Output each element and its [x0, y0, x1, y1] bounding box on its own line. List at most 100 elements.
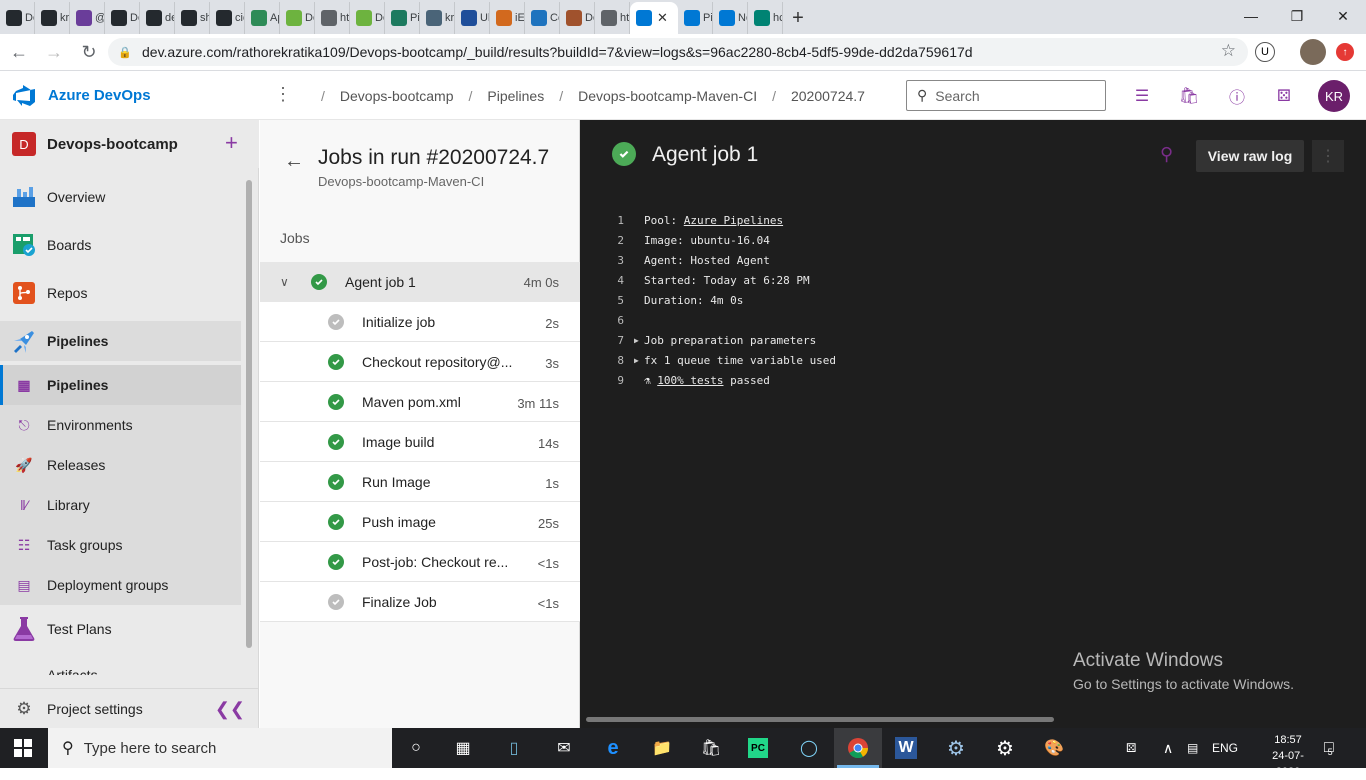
project-settings[interactable]: ⚙ Project settings ❮❮: [0, 688, 259, 728]
browser-tab[interactable]: De: [350, 2, 385, 34]
browser-tab[interactable]: de: [140, 2, 175, 34]
app-circle-icon[interactable]: ◯: [797, 736, 821, 760]
browser-tab[interactable]: De: [105, 2, 140, 34]
marketplace-bag-icon[interactable]: 🛍: [1177, 84, 1201, 108]
expand-triangle-icon[interactable]: ▶: [634, 356, 644, 365]
nav-artifacts[interactable]: Artifacts: [0, 657, 241, 675]
url-bar[interactable]: 🔒 dev.azure.com/rathorekratika109/Devops…: [108, 38, 1248, 66]
browser-tab[interactable]: Cc: [525, 2, 560, 34]
close-window-icon[interactable]: ✕: [1320, 0, 1366, 32]
help-icon[interactable]: ⓘ: [1225, 84, 1249, 108]
breadcrumb-project[interactable]: Devops-bootcamp: [340, 88, 454, 104]
bookmark-star-icon[interactable]: ☆: [1221, 41, 1236, 61]
clock[interactable]: 18:57 24-07-2020: [1262, 732, 1314, 780]
settings-list-icon[interactable]: ☰: [1130, 84, 1154, 108]
project-header[interactable]: D Devops-bootcamp +: [0, 120, 259, 168]
paint-icon[interactable]: 🎨: [1042, 736, 1066, 760]
extension-u-icon[interactable]: U: [1255, 42, 1275, 62]
new-tab-icon[interactable]: +: [783, 2, 813, 34]
log-horizontal-scrollbar[interactable]: [586, 717, 1054, 722]
job-step-row[interactable]: Image build 14s: [260, 422, 580, 462]
nav-releases[interactable]: 🚀 Releases: [0, 445, 241, 485]
browser-tab[interactable]: ht: [595, 2, 630, 34]
cortana-icon[interactable]: ○: [404, 736, 428, 760]
settings-app-icon[interactable]: ⚙: [944, 736, 968, 760]
browser-tab[interactable]: hc: [748, 2, 783, 34]
user-settings-icon[interactable]: ⚄: [1272, 84, 1296, 108]
app-icon[interactable]: ▯: [502, 736, 526, 760]
breadcrumb-run[interactable]: 20200724.7: [791, 88, 865, 104]
language-indicator[interactable]: ENG: [1212, 728, 1238, 768]
browser-tab[interactable]: ✕: [630, 2, 678, 34]
user-avatar[interactable]: KR: [1318, 80, 1350, 112]
browser-tab[interactable]: De: [560, 2, 595, 34]
log-link[interactable]: Azure Pipelines: [684, 214, 783, 227]
browser-tab[interactable]: Ul: [455, 2, 490, 34]
job-step-row[interactable]: Initialize job 2s: [260, 302, 580, 342]
mail-icon[interactable]: ✉: [552, 736, 576, 760]
browser-tab[interactable]: sh: [175, 2, 210, 34]
profile-avatar-icon[interactable]: [1300, 39, 1326, 65]
edge-icon[interactable]: e: [601, 736, 625, 760]
log-line[interactable]: 8 ▶ fx 1 queue time variable used: [608, 350, 836, 370]
nav-boards[interactable]: Boards: [0, 225, 241, 265]
task-view-icon[interactable]: ▦: [451, 736, 475, 760]
search-input[interactable]: ⚲ Search: [906, 80, 1106, 111]
search-icon[interactable]: ⚲: [1160, 144, 1173, 165]
nav-overview[interactable]: Overview: [0, 177, 241, 217]
browser-tab[interactable]: @: [70, 2, 105, 34]
browser-tab[interactable]: Ap: [245, 2, 280, 34]
collapse-nav-icon[interactable]: ❮❮: [215, 699, 245, 720]
product-name[interactable]: Azure DevOps: [48, 87, 151, 104]
taskbar-search-input[interactable]: ⚲ Type here to search: [48, 728, 392, 768]
chevron-up-icon[interactable]: ∧: [1163, 728, 1173, 768]
browser-tab[interactable]: cic: [210, 2, 245, 34]
chrome-icon[interactable]: [846, 736, 870, 760]
nav-library[interactable]: ‖⁄ Library: [0, 485, 241, 525]
file-explorer-icon[interactable]: 📁: [650, 736, 674, 760]
sidebar-scrollbar[interactable]: [246, 180, 252, 648]
job-step-row[interactable]: Post-job: Checkout re... <1s: [260, 542, 580, 582]
browser-tab[interactable]: kr: [420, 2, 455, 34]
browser-tab[interactable]: De: [280, 2, 315, 34]
nav-environments[interactable]: ⎋ Environments: [0, 405, 241, 445]
view-raw-log-button[interactable]: View raw log: [1196, 140, 1304, 172]
notifications-icon[interactable]: □ 5: [1324, 728, 1334, 768]
close-tab-icon[interactable]: ✕: [657, 10, 668, 26]
browser-tab[interactable]: Ne: [713, 2, 748, 34]
store-icon[interactable]: 🛍: [699, 736, 723, 760]
pycharm-icon[interactable]: PC: [748, 738, 768, 758]
log-link[interactable]: 100% tests: [657, 374, 723, 387]
add-icon[interactable]: +: [225, 130, 238, 156]
azure-devops-logo-icon[interactable]: [12, 85, 36, 107]
nav-repos[interactable]: Repos: [0, 273, 241, 313]
browser-tab[interactable]: Piv: [385, 2, 420, 34]
breadcrumb-pipeline[interactable]: Devops-bootcamp-Maven-CI: [578, 88, 757, 104]
browser-tab[interactable]: Pi: [678, 2, 713, 34]
chevron-down-icon[interactable]: ∨: [280, 275, 294, 289]
job-step-row[interactable]: Run Image 1s: [260, 462, 580, 502]
word-icon[interactable]: W: [895, 737, 917, 759]
project-name[interactable]: Devops-bootcamp: [47, 136, 178, 153]
breadcrumb-pipelines[interactable]: Pipelines: [487, 88, 544, 104]
expand-triangle-icon[interactable]: ▶: [634, 336, 644, 345]
maximize-icon[interactable]: ❐: [1274, 0, 1320, 32]
log-line[interactable]: 7 ▶ Job preparation parameters: [608, 330, 836, 350]
job-step-row[interactable]: Finalize Job <1s: [260, 582, 580, 622]
minimize-icon[interactable]: —: [1228, 0, 1274, 32]
job-step-row[interactable]: Push image 25s: [260, 502, 580, 542]
nav-deployment-groups[interactable]: ▤ Deployment groups: [0, 565, 241, 605]
browser-tab[interactable]: De: [0, 2, 35, 34]
browser-tab[interactable]: iEv: [490, 2, 525, 34]
more-actions-icon[interactable]: ⋮: [1312, 140, 1344, 172]
back-arrow-icon[interactable]: ←: [284, 150, 304, 173]
nav-test-plans[interactable]: Test Plans: [0, 609, 241, 649]
agent-job-row[interactable]: ∨ Agent job 1 4m 0s: [260, 262, 580, 302]
settings-gear-icon[interactable]: ⚙: [993, 736, 1017, 760]
browser-tab[interactable]: htt: [315, 2, 350, 34]
network-icon[interactable]: ▤: [1187, 728, 1198, 768]
nav-task-groups[interactable]: ☷ Task groups: [0, 525, 241, 565]
browser-tab[interactable]: kr: [35, 2, 70, 34]
people-icon[interactable]: ⚄: [1126, 728, 1136, 768]
nav-pipelines[interactable]: ▦ Pipelines: [0, 365, 241, 405]
